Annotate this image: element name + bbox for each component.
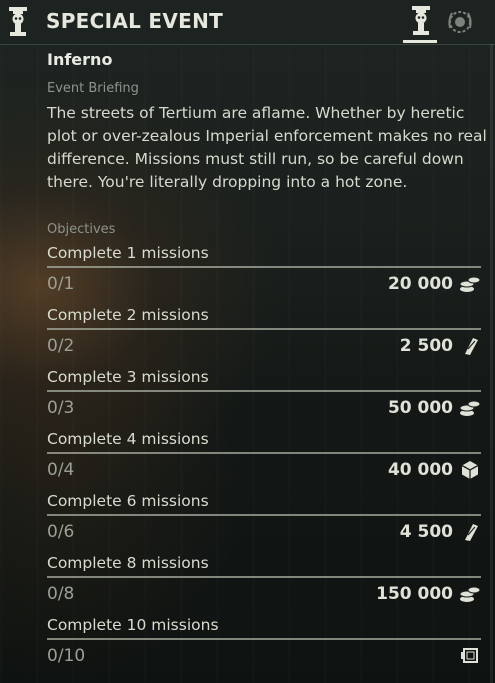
reward-amount: 50 000 bbox=[387, 398, 453, 418]
reward-amount: 40 000 bbox=[387, 460, 453, 480]
objective-divider bbox=[47, 452, 481, 454]
objective-progress: 0/4 bbox=[47, 460, 75, 480]
objective-row: Complete 2 missions 0/2 2 500 bbox=[47, 306, 481, 368]
objective-reward: 4 500 bbox=[400, 520, 481, 544]
panel-header: SPECIAL EVENT bbox=[0, 0, 495, 45]
event-name: Inferno bbox=[47, 50, 113, 69]
objective-title: Complete 6 missions bbox=[47, 492, 209, 510]
tab-event[interactable] bbox=[401, 0, 439, 44]
objective-reward: 20 000 bbox=[388, 272, 481, 296]
coins-icon bbox=[459, 398, 481, 418]
coins-icon bbox=[459, 274, 481, 294]
objective-title: Complete 1 missions bbox=[47, 244, 209, 262]
objective-reward: 50 000 bbox=[388, 396, 481, 420]
objective-row: Complete 8 missions 0/8 150 000 bbox=[47, 554, 481, 616]
objective-divider bbox=[47, 328, 481, 330]
objective-divider bbox=[47, 638, 481, 640]
skull-column-icon bbox=[410, 5, 432, 41]
objective-title: Complete 4 missions bbox=[47, 430, 209, 448]
reward-amount: 20 000 bbox=[387, 274, 453, 294]
reward-amount: 150 000 bbox=[376, 584, 453, 604]
header-title: SPECIAL EVENT bbox=[46, 9, 224, 33]
objective-progress: 0/6 bbox=[47, 522, 75, 542]
scrollbar[interactable] bbox=[490, 44, 493, 683]
objective-divider bbox=[47, 514, 481, 516]
objective-row: Complete 4 missions 0/4 40 000 bbox=[47, 430, 481, 492]
objective-reward bbox=[453, 644, 481, 668]
objective-progress: 0/10 bbox=[47, 646, 86, 666]
cosmetic-frame-icon bbox=[459, 646, 481, 666]
laurel-wreath-icon bbox=[446, 8, 474, 40]
objective-row: Complete 1 missions 0/1 20 000 bbox=[47, 244, 481, 306]
objective-row: Complete 3 missions 0/3 50 000 bbox=[47, 368, 481, 430]
objective-divider bbox=[47, 576, 481, 578]
objective-progress: 0/8 bbox=[47, 584, 75, 604]
coins-icon bbox=[459, 584, 481, 604]
objective-reward: 2 500 bbox=[400, 334, 481, 358]
objective-row: Complete 6 missions 0/6 4 500 bbox=[47, 492, 481, 554]
objective-reward: 150 000 bbox=[376, 582, 481, 606]
objective-row: Complete 10 missions 0/10 bbox=[47, 616, 481, 678]
briefing-text: The streets of Tertium are aflame. Wheth… bbox=[47, 104, 487, 191]
objective-progress: 0/1 bbox=[47, 274, 75, 294]
objective-title: Complete 8 missions bbox=[47, 554, 209, 572]
objective-title: Complete 3 missions bbox=[47, 368, 209, 386]
objective-divider bbox=[47, 266, 481, 268]
objective-progress: 0/2 bbox=[47, 336, 75, 356]
briefing-label: Event Briefing bbox=[47, 81, 139, 96]
objective-title: Complete 2 missions bbox=[47, 306, 209, 324]
tab-rewards[interactable] bbox=[441, 0, 479, 44]
diamantine-icon bbox=[459, 460, 481, 480]
objective-divider bbox=[47, 390, 481, 392]
skull-column-icon bbox=[7, 6, 29, 38]
objective-progress: 0/3 bbox=[47, 398, 75, 418]
reward-amount: 2 500 bbox=[399, 336, 453, 356]
plasteel-icon bbox=[459, 522, 481, 542]
plasteel-icon bbox=[459, 336, 481, 356]
objectives-label: Objectives bbox=[47, 222, 116, 237]
objective-title: Complete 10 missions bbox=[47, 616, 219, 634]
objective-reward: 40 000 bbox=[388, 458, 481, 482]
reward-amount: 4 500 bbox=[399, 522, 453, 542]
